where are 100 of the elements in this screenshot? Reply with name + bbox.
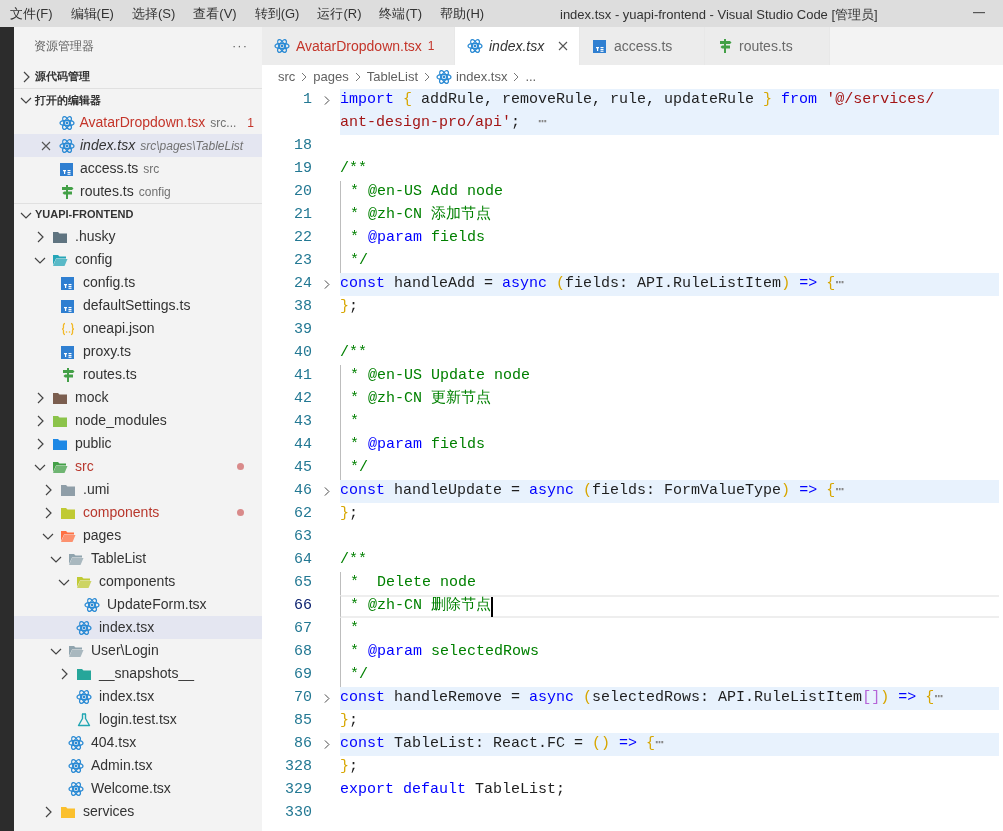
minimize-icon[interactable]	[973, 12, 985, 14]
open-editor-item[interactable]: AvatarDropdown.tsx src... 1	[14, 111, 262, 134]
typescript-file-icon	[60, 274, 76, 291]
tree-item[interactable]: Admin.tsx	[14, 754, 262, 777]
tree-item[interactable]: mock	[14, 386, 262, 409]
open-editor-item[interactable]: index.tsx src\pages\TableList	[14, 134, 262, 157]
code-line: * @param selectedRows	[340, 641, 999, 664]
typescript-file-icon	[60, 297, 76, 314]
line-number: 70	[293, 688, 312, 709]
line-number: 46	[293, 481, 312, 502]
code-line: * @zh-CN 更新节点	[340, 388, 999, 411]
line-number: 24	[293, 274, 312, 295]
line-number: 42	[293, 389, 312, 410]
window-title: index.tsx - yuapi-frontend - Visual Studio Code [管理员]	[560, 6, 878, 24]
tree-item[interactable]: UpdateForm.tsx	[14, 593, 262, 616]
tree-item[interactable]: oneapi.json	[14, 317, 262, 340]
tree-item[interactable]: defaultSettings.ts	[14, 294, 262, 317]
sidebar-title: 资源管理器	[34, 38, 94, 55]
tree-item[interactable]: services	[14, 800, 262, 823]
tree-item[interactable]: components	[14, 501, 262, 524]
line-number: 66	[293, 596, 312, 617]
code-line: };	[340, 757, 360, 778]
code-line: *	[340, 618, 999, 641]
signpost-icon	[59, 183, 75, 200]
tree-item[interactable]: User\Login	[14, 639, 262, 662]
menu-item[interactable]: 运行(R)	[313, 3, 366, 24]
menu-item[interactable]: 终端(T)	[375, 3, 427, 24]
line-number: 69	[293, 665, 312, 686]
line-number: 39	[293, 320, 312, 341]
line-number: 41	[293, 366, 312, 387]
menu-item[interactable]: 转到(G)	[250, 3, 304, 24]
open-editor-item[interactable]: routes.ts config	[14, 180, 262, 203]
tree-item[interactable]: .husky	[14, 225, 262, 248]
tree-item[interactable]: src	[14, 455, 262, 478]
editor-tab[interactable]: access.ts	[580, 27, 705, 65]
line-number: 328	[284, 757, 312, 778]
atom-icon	[84, 596, 100, 613]
code-line: };	[340, 504, 360, 525]
code-line: * @en-US Add node	[340, 181, 999, 204]
tree-item[interactable]: routes.ts	[14, 363, 262, 386]
line-number: 40	[293, 343, 312, 364]
tree-item[interactable]: config.ts	[14, 271, 262, 294]
section-header[interactable]: YUAPI-FRONTEND	[35, 206, 134, 223]
line-number: 63	[293, 527, 312, 548]
atom-icon	[76, 688, 92, 705]
editor-tab[interactable]: AvatarDropdown.tsx 1	[262, 27, 455, 65]
tree-item[interactable]: node_modules	[14, 409, 262, 432]
editor-tab[interactable]: index.tsx	[455, 27, 580, 65]
atom-icon	[274, 38, 290, 54]
breadcrumb-item[interactable]: TableList	[366, 67, 419, 87]
tree-item[interactable]: proxy.ts	[14, 340, 262, 363]
editor-tab[interactable]: routes.ts	[705, 27, 830, 65]
breadcrumb-item[interactable]: pages	[313, 67, 349, 87]
tree-item[interactable]: index.tsx	[14, 616, 262, 639]
atom-icon	[76, 619, 92, 636]
line-number: 330	[284, 803, 312, 824]
breadcrumb-item[interactable]: ...	[525, 67, 537, 87]
atom-icon	[68, 757, 84, 774]
line-number: 329	[284, 780, 312, 801]
tree-item[interactable]: public	[14, 432, 262, 455]
typescript-file-icon	[60, 343, 76, 360]
close-icon	[40, 139, 52, 152]
code-line: * @zh-CN 删除节点	[340, 595, 999, 618]
section-header[interactable]: 源代码管理	[35, 68, 90, 85]
line-number: 19	[293, 159, 312, 180]
tree-item[interactable]: Welcome.tsx	[14, 777, 262, 800]
code-line: * @param fields	[340, 227, 999, 250]
tree-item[interactable]: login.test.tsx	[14, 708, 262, 731]
code-line: * @en-US Update node	[340, 365, 999, 388]
menu-item[interactable]: 查看(V)	[189, 3, 241, 24]
tree-item[interactable]: TableList	[14, 547, 262, 570]
tree-item[interactable]: pages	[14, 524, 262, 547]
breadcrumb-item[interactable]: index.tsx	[436, 67, 508, 87]
typescript-file-icon	[59, 160, 75, 177]
line-number: 18	[293, 136, 312, 157]
atom-icon	[467, 38, 483, 54]
line-number: 86	[293, 734, 312, 755]
menu-item[interactable]: 帮助(H)	[436, 3, 489, 24]
atom-icon	[58, 114, 75, 131]
line-number: 43	[293, 412, 312, 433]
atom-icon	[68, 734, 84, 751]
code-line: };	[340, 297, 360, 318]
tree-item[interactable]: .umi	[14, 478, 262, 501]
breadcrumb-item[interactable]: src	[278, 67, 296, 87]
menu-item[interactable]: 选择(S)	[127, 3, 180, 24]
code-line: /**	[340, 159, 368, 180]
tree-item[interactable]: index.tsx	[14, 685, 262, 708]
atom-icon	[436, 69, 453, 85]
more-actions-button[interactable]: ···	[232, 36, 248, 56]
menu-item[interactable]: 编辑(E)	[66, 3, 118, 24]
tree-item[interactable]: config	[14, 248, 262, 271]
open-editor-item[interactable]: access.ts src	[14, 157, 262, 180]
line-number: 65	[293, 573, 312, 594]
flask-icon	[76, 711, 92, 728]
tree-item[interactable]: 404.tsx	[14, 731, 262, 754]
menu-item[interactable]: 文件(F)	[6, 3, 57, 24]
tree-item[interactable]: __snapshots__	[14, 662, 262, 685]
line-number: 45	[293, 458, 312, 479]
tree-item[interactable]: components	[14, 570, 262, 593]
section-header[interactable]: 打开的编辑器	[35, 91, 101, 109]
